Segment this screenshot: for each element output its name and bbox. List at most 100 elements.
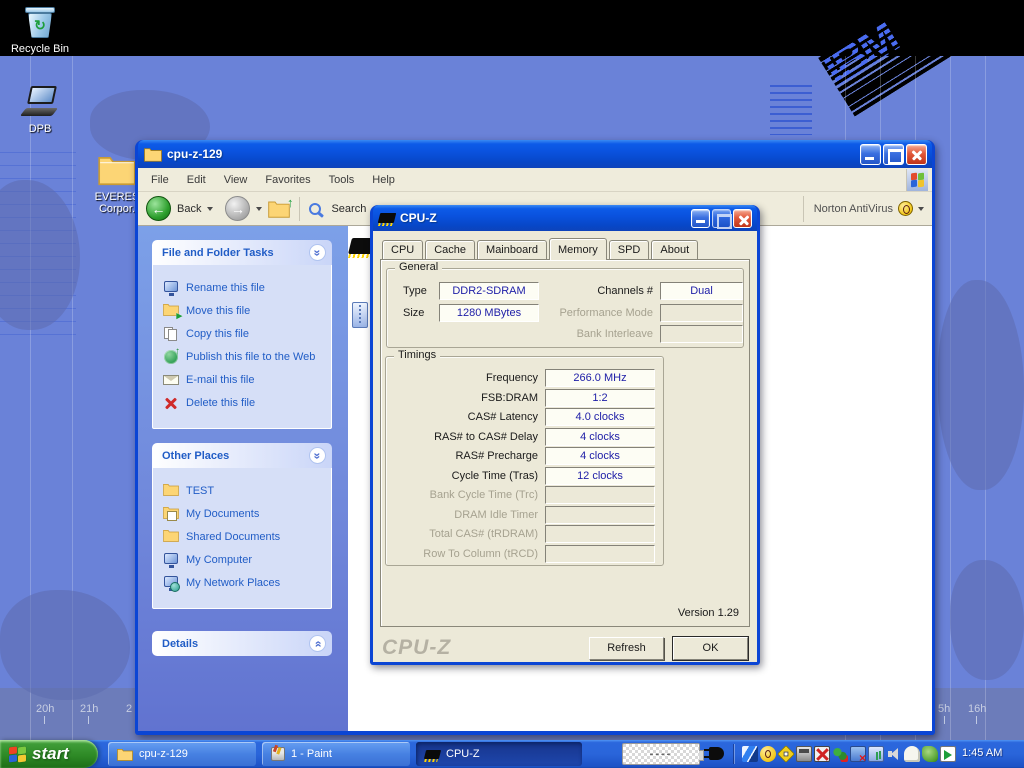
close-button[interactable]	[733, 209, 752, 228]
desktop: IBM 20h 21h 2 5h 16h ↻ Recycle Bin DPB E…	[0, 0, 1024, 768]
cpuz-window: CPU-Z CPU Cache Mainboard Memory SPD Abo…	[370, 205, 760, 665]
cpuz-titlebar[interactable]: CPU-Z	[373, 205, 757, 231]
taskbar-task-cpuz[interactable]: CPU-Z	[416, 742, 582, 766]
total-cas-field	[545, 525, 655, 543]
chevron-down-icon[interactable]	[309, 635, 326, 652]
tray-icon-remote-display[interactable]	[868, 746, 884, 762]
menu-favorites[interactable]: Favorites	[256, 171, 319, 189]
my-computer-icon	[163, 552, 179, 568]
forward-button[interactable]: →	[225, 196, 250, 221]
explorer-titlebar[interactable]: cpu-z-129	[138, 140, 932, 168]
place-my-network[interactable]: My Network Places	[163, 575, 327, 591]
tab-spd[interactable]: SPD	[609, 240, 650, 259]
search-button[interactable]: Search	[331, 203, 366, 215]
task-rename-file[interactable]: Rename this file	[163, 280, 327, 296]
tray-icon-print-network[interactable]	[796, 746, 812, 762]
tray-icon-ghost-agent[interactable]	[904, 746, 920, 762]
menu-file[interactable]: File	[142, 171, 178, 189]
place-shared-documents[interactable]: Shared Documents	[163, 529, 327, 545]
tray-icon-green-agent[interactable]	[922, 746, 938, 762]
tray-icon-norton-antivirus[interactable]	[760, 746, 776, 762]
wallpaper-timezone-label: 2	[126, 703, 132, 715]
wallpaper-timezone-label: 20h	[36, 703, 54, 715]
norton-dropdown-icon[interactable]	[918, 207, 924, 211]
task-delete-file[interactable]: Delete this file	[163, 395, 327, 411]
tray-icon-network-offline[interactable]	[850, 746, 866, 762]
explorer-menubar: File Edit View Favorites Tools Help	[138, 168, 932, 192]
taskbar-task-explorer[interactable]: cpu-z-129	[108, 742, 256, 766]
desktop-icon-recycle-bin[interactable]: ↻ Recycle Bin	[4, 4, 76, 55]
menu-view[interactable]: View	[215, 171, 257, 189]
place-label: TEST	[186, 485, 214, 497]
panel-details: Details	[152, 631, 332, 656]
taskbar-clock[interactable]: 1:45 AM	[962, 747, 1002, 759]
file-icon-archive[interactable]	[352, 302, 368, 328]
ok-button[interactable]: OK	[673, 637, 748, 660]
up-folder-button[interactable]: ↑	[268, 200, 290, 218]
wallpaper-timezone-label: 5h	[938, 703, 950, 715]
tab-mainboard[interactable]: Mainboard	[477, 240, 547, 259]
chevron-up-icon[interactable]	[309, 244, 326, 261]
tab-memory[interactable]: Memory	[549, 238, 607, 260]
desktop-icon-label: DPB	[4, 123, 76, 135]
tray-icon-users-offline[interactable]	[832, 746, 848, 762]
type-label: Type	[403, 285, 427, 297]
chevron-up-icon[interactable]	[309, 447, 326, 464]
panel-header-other-places[interactable]: Other Places	[152, 443, 332, 468]
tray-icon-blocked-app[interactable]	[814, 746, 830, 762]
group-legend: General	[395, 261, 442, 273]
desktop-icon-dpb[interactable]: DPB	[4, 84, 76, 135]
start-label: start	[32, 744, 69, 764]
taskbar-task-paint[interactable]: 1 - Paint	[262, 742, 410, 766]
place-test[interactable]: TEST	[163, 483, 327, 499]
close-button[interactable]	[906, 144, 927, 165]
ras-precharge-field: 4 clocks	[545, 447, 655, 465]
task-move-file[interactable]: Move this file	[163, 303, 327, 319]
copy-icon	[163, 326, 179, 342]
battery-meter[interactable]: ----	[622, 743, 700, 765]
place-my-documents[interactable]: My Documents	[163, 506, 327, 522]
cycle-time-field: 12 clocks	[545, 467, 655, 485]
fsb-dram-label: FSB:DRAM	[398, 392, 538, 404]
back-dropdown-icon[interactable]	[207, 207, 213, 211]
tab-cache[interactable]: Cache	[425, 240, 475, 259]
tray-icon-volume[interactable]	[886, 746, 902, 762]
norton-antivirus-control[interactable]: Norton AntiVirus	[803, 196, 924, 222]
start-button[interactable]: start	[0, 740, 98, 768]
norton-label: Norton AntiVirus	[814, 203, 893, 215]
ras-precharge-label: RAS# Precharge	[398, 450, 538, 462]
refresh-button[interactable]: Refresh	[589, 637, 664, 660]
menu-tools[interactable]: Tools	[320, 171, 364, 189]
panel-header-details[interactable]: Details	[152, 631, 332, 656]
windows-flag-icon	[9, 747, 26, 762]
menu-help[interactable]: Help	[363, 171, 404, 189]
maximize-button[interactable]	[883, 144, 904, 165]
task-publish-file[interactable]: Publish this file to the Web	[163, 349, 327, 365]
place-my-computer[interactable]: My Computer	[163, 552, 327, 568]
minimize-button[interactable]	[691, 209, 710, 228]
tab-cpu[interactable]: CPU	[382, 240, 423, 259]
maximize-button[interactable]	[712, 209, 731, 228]
task-label: Publish this file to the Web	[186, 351, 315, 363]
power-plug-icon[interactable]	[709, 747, 724, 760]
tray-icon-display-swoosh[interactable]	[742, 746, 758, 762]
toolbar-separator	[299, 197, 300, 221]
task-label: Move this file	[186, 305, 250, 317]
back-button[interactable]: ←	[146, 196, 171, 221]
menu-edit[interactable]: Edit	[178, 171, 215, 189]
frequency-label: Frequency	[398, 372, 538, 384]
tray-icon-mail-diamond[interactable]	[777, 745, 795, 763]
wallpaper-timezone-label: 16h	[968, 703, 986, 715]
task-label: Delete this file	[186, 397, 255, 409]
task-copy-file[interactable]: Copy this file	[163, 326, 327, 342]
minimize-button[interactable]	[860, 144, 881, 165]
task-label: cpu-z-129	[139, 748, 188, 760]
tab-about[interactable]: About	[651, 240, 698, 259]
task-label: 1 - Paint	[291, 748, 332, 760]
tray-icon-flag-window[interactable]	[940, 746, 956, 762]
bank-cycle-time-field	[545, 486, 655, 504]
row-to-column-label: Row To Column (tRCD)	[398, 548, 538, 560]
panel-header-file-folder-tasks[interactable]: File and Folder Tasks	[152, 240, 332, 265]
forward-dropdown-icon[interactable]	[256, 207, 262, 211]
task-email-file[interactable]: E-mail this file	[163, 372, 327, 388]
